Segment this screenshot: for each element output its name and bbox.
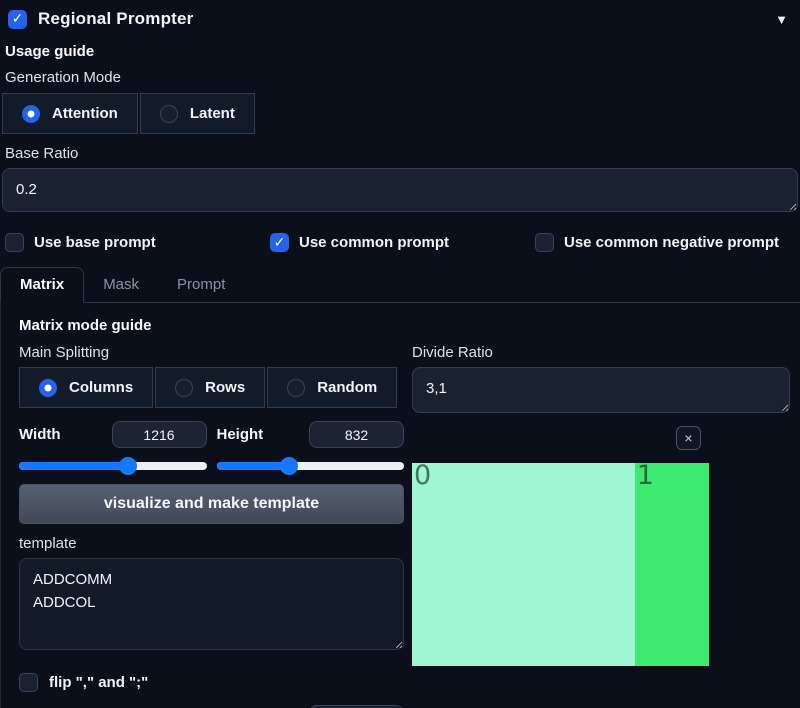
matrix-tab-panel: Matrix mode guide Main Splitting Columns… [0,303,800,708]
radio-circle-icon [22,104,40,123]
tab-mask[interactable]: Mask [84,268,158,302]
region-preview-image: 0 1 [412,463,709,666]
radio-label: Latent [189,105,235,122]
height-slider-component: Height [216,421,404,475]
generation-mode-label: Generation Mode [5,69,121,86]
radio-label: Random [317,379,378,396]
radio-label: Columns [69,379,134,396]
radio-label: Rows [205,379,246,396]
width-number-input[interactable] [111,421,207,448]
matrix-right-column: Divide Ratio 3,1 × 0 1 [412,344,790,708]
visualize-template-button[interactable]: visualize and make template [19,484,404,524]
radio-circle-icon [287,378,306,397]
height-label: Height [216,426,264,443]
generation-mode-radio-group: Attention Latent [2,93,800,134]
template-textarea[interactable]: ADDCOMM ADDCOL [19,558,404,650]
radio-random[interactable]: Random [267,367,398,408]
extension-enable-checkbox[interactable] [8,9,27,29]
height-number-input[interactable] [309,421,404,448]
template-label: template [19,535,77,552]
width-slider-track[interactable] [19,457,207,475]
main-splitting-radio-group: Columns Rows Random [19,367,404,408]
divide-ratio-label: Divide Ratio [412,344,493,361]
use-base-prompt-checkbox[interactable] [5,233,24,252]
tab-prompt[interactable]: Prompt [158,268,244,302]
flip-option[interactable]: flip "," and ";" [19,673,404,692]
radio-latent[interactable]: Latent [139,93,255,134]
divide-ratio-input[interactable]: 3,1 [412,367,790,413]
region-0-label: 0 [414,463,432,491]
use-common-negative-prompt-checkbox[interactable] [535,233,554,252]
radio-circle-icon [175,378,194,397]
width-label: Width [19,426,61,443]
use-base-prompt-option[interactable]: Use base prompt [5,233,270,252]
use-common-prompt-checkbox[interactable] [270,233,289,252]
width-slider-component: Width [19,421,207,475]
region-1: 1 [634,463,709,666]
height-slider-handle[interactable] [280,457,299,475]
matrix-mode-guide-link[interactable]: Matrix mode guide [19,317,790,334]
radio-circle-icon [159,104,178,123]
checkbox-label: flip "," and ";" [49,674,149,691]
flip-checkbox[interactable] [19,673,38,692]
use-common-negative-prompt-option[interactable]: Use common negative prompt [535,233,800,252]
radio-columns[interactable]: Columns [19,367,154,408]
checkbox-label: Use common negative prompt [564,234,780,251]
close-icon: × [684,430,693,446]
base-ratio-label: Base Ratio [5,145,79,162]
usage-guide-link[interactable]: Usage guide [5,43,800,60]
region-0: 0 [412,463,635,666]
collapse-arrow-icon[interactable]: ▼ [775,13,790,26]
clear-preview-button[interactable]: × [676,426,701,450]
radio-attention[interactable]: Attention [2,93,138,134]
mode-tabs: Matrix Mask Prompt [0,267,800,303]
region-1-label: 1 [636,463,654,491]
regional-prompter-panel: Regional Prompter ▼ Usage guide Generati… [0,0,800,708]
height-slider-fill [216,462,290,470]
matrix-left-column: Main Splitting Columns Rows Random Width… [19,344,404,708]
template-preview: × 0 1 [412,426,709,666]
prompt-options-row: Use base prompt Use common prompt Use co… [5,233,800,252]
accordion-header[interactable]: Regional Prompter ▼ [0,0,800,29]
radio-rows[interactable]: Rows [155,367,266,408]
checkbox-label: Use common prompt [299,234,450,251]
main-splitting-label: Main Splitting [19,344,110,361]
radio-circle-icon [39,378,57,397]
use-common-prompt-option[interactable]: Use common prompt [270,233,535,252]
tab-matrix[interactable]: Matrix [0,267,85,303]
checkbox-label: Use base prompt [34,234,156,251]
base-ratio-input[interactable]: 0.2 [2,168,798,212]
panel-title: Regional Prompter [38,9,194,28]
radio-label: Attention [52,105,118,122]
width-slider-fill [19,462,128,470]
height-slider-track[interactable] [216,457,404,475]
width-slider-handle[interactable] [118,457,137,475]
